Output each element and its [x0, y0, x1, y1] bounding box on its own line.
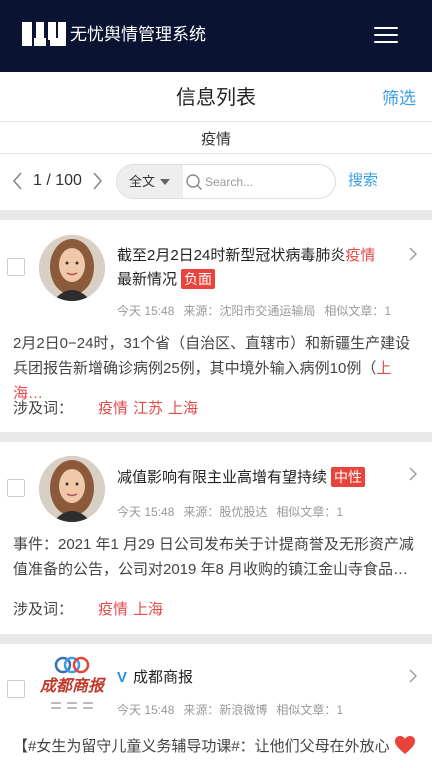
source-label: 来源：沈阳市交通运输局	[183, 304, 316, 318]
chevron-right-icon[interactable]	[408, 466, 418, 482]
search-scope-select[interactable]: 全文	[117, 165, 183, 198]
article-summary: 【#女生为留守儿童义务辅导功课#：让他们父母在外放心	[13, 734, 421, 759]
section-divider	[0, 634, 432, 644]
avatar	[39, 235, 105, 301]
article-card[interactable]: 截至2月2日24时新型冠状病毒肺炎疫情 最新情况 负面 今天 15:48 来源：沈阳…	[0, 220, 432, 432]
sentiment-tag: 负面	[181, 269, 216, 289]
chevron-right-icon[interactable]	[408, 246, 418, 262]
headline-text: 最新情况	[117, 271, 178, 288]
keyword-tag[interactable]: 疫情	[98, 400, 128, 417]
publish-time: 今天 15:48	[117, 304, 175, 318]
search-button[interactable]: 搜索	[348, 171, 378, 191]
headline-highlight: 疫情	[345, 247, 376, 264]
title-bar: 信息列表 筛选	[0, 72, 432, 122]
article-headline[interactable]: 减值影响有限主业高增有望持续 中性	[117, 466, 397, 490]
avatar	[39, 456, 105, 522]
keyword-tag[interactable]: 上海	[133, 601, 163, 618]
publish-time: 今天 15:48	[117, 505, 175, 519]
select-checkbox[interactable]	[7, 258, 25, 276]
related-count: 相似文章：1	[276, 703, 344, 717]
hamburger-menu-icon[interactable]	[370, 24, 402, 46]
keyword-tag[interactable]: 江苏	[133, 400, 163, 417]
article-summary: 事件：2021 年1 月29 日公司发布关于计提商誉及无形资产减值准备的公告，公…	[13, 536, 414, 578]
article-meta: 今天 15:48 来源：股优股达 相似文章：1	[117, 504, 352, 520]
page-indicator: 1 / 100	[33, 172, 82, 189]
source-account[interactable]: V 成都商报	[117, 666, 397, 690]
keyword-row: 涉及词： 疫情 上海	[13, 600, 163, 620]
article-summary: 2月2日0−24时，31个省（自治区、直辖市）和新疆生产建设兵团报告新增确诊病例…	[13, 331, 421, 406]
source-logo-text: 成都商报	[39, 676, 104, 695]
search-input[interactable]	[205, 170, 325, 194]
source-label: 来源：新浪微博	[183, 703, 268, 717]
current-keyword: 疫情	[200, 131, 231, 148]
pager-bar: 1 / 100 全文 搜索	[0, 154, 432, 210]
caret-down-icon	[160, 179, 170, 185]
article-meta: 今天 15:48 来源：沈阳市交通运输局 相似文章：1	[117, 303, 400, 319]
select-checkbox[interactable]	[7, 680, 25, 698]
search-scope-label: 全文	[129, 174, 156, 189]
page-title: 信息列表	[176, 87, 256, 109]
headline-text: 截至2月2日24时新型冠状病毒肺炎	[117, 247, 346, 264]
prev-page-icon[interactable]	[10, 171, 26, 191]
search-icon	[186, 174, 202, 190]
app-title: 无忧舆情管理系统	[70, 25, 206, 44]
headline-text: 减值影响有限主业高增有望持续	[117, 469, 328, 486]
app-logo-icon	[22, 22, 66, 46]
keyword-tag[interactable]: 疫情	[98, 601, 128, 618]
keyword-row: 涉及词： 疫情 江苏 上海	[13, 399, 198, 419]
article-card[interactable]: 减值影响有限主业高增有望持续 中性 今天 15:48 来源：股优股达 相似文章：1 事…	[0, 442, 432, 634]
sentiment-tag: 中性	[331, 467, 366, 487]
related-count: 相似文章：1	[276, 505, 344, 519]
keyword-tag[interactable]: 上海	[168, 400, 198, 417]
heart-emoji-icon	[394, 736, 415, 754]
section-divider	[0, 210, 432, 220]
keyword-row-label: 涉及词：	[13, 400, 74, 417]
publish-time: 今天 15:48	[117, 703, 175, 717]
article-meta: 今天 15:48 来源：新浪微博 相似文章：1	[117, 702, 352, 718]
source-label: 来源：股优股达	[183, 505, 268, 519]
verified-icon: V	[117, 669, 128, 686]
select-checkbox[interactable]	[7, 479, 25, 497]
top-bar: 无忧舆情管理系统	[0, 0, 432, 72]
article-card[interactable]: 成都商报 V 成都商报 今天 15:48 来源：新浪微博 相似文章：1 【#女生为留守…	[0, 644, 432, 768]
chevron-right-icon[interactable]	[408, 668, 418, 684]
keyword-row-label: 涉及词：	[13, 601, 74, 618]
article-headline[interactable]: 截至2月2日24时新型冠状病毒肺炎疫情 最新情况 负面	[117, 244, 397, 292]
related-count: 相似文章：1	[324, 304, 392, 318]
keyword-bar: 疫情	[0, 122, 432, 154]
summary-text: 2月2日0−24时，31个省（自治区、直辖市）和新疆生产建设兵团报告新增确诊病例…	[13, 335, 411, 377]
filter-button[interactable]: 筛选	[382, 88, 416, 110]
source-account-name: 成都商报	[133, 669, 194, 686]
source-logo: 成都商报	[39, 654, 105, 720]
search-box: 全文	[116, 164, 336, 199]
next-page-icon[interactable]	[89, 171, 105, 191]
section-divider	[0, 432, 432, 442]
summary-text: 【#女生为留守儿童义务辅导功课#：让他们父母在外放心	[13, 738, 390, 755]
